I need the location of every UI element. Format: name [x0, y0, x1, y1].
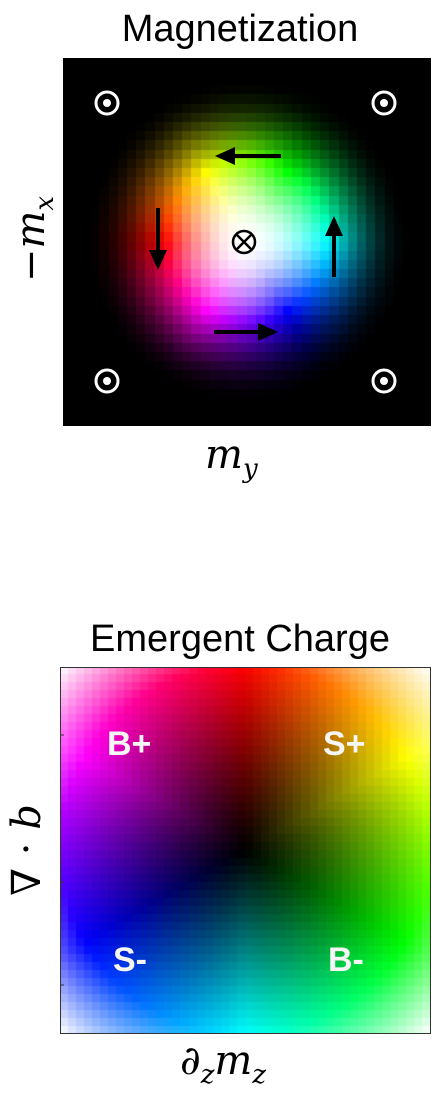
magnetization-colormap: [63, 58, 431, 426]
arrow-up-icon: [325, 216, 343, 277]
quadrant-label-top-right: S+: [323, 725, 366, 763]
magnetization-x-axis-label: my: [205, 432, 258, 484]
quadrant-label-bottom-right: B-: [328, 941, 364, 979]
corner-dot-icon-bottom-right: [371, 368, 397, 394]
corner-dot-icon-top-left: [94, 90, 120, 116]
corner-dot-icon-top-right: [371, 90, 397, 116]
arrow-right-icon: [214, 323, 278, 341]
corner-dot-icon-bottom-left: [94, 368, 120, 394]
quadrant-label-top-left: B+: [107, 725, 152, 763]
arrow-down-icon: [149, 208, 167, 270]
emergent-charge-title: Emergent Charge: [90, 618, 390, 660]
emergent-charge-colormap: B+ S+ S- B-: [60, 667, 431, 1034]
magnetization-title: Magnetization: [121, 8, 359, 50]
magnetization-overlay: [94, 90, 397, 394]
magnetization-y-axis-label: −mx: [8, 195, 60, 283]
quadrant-label-bottom-left: S-: [113, 941, 147, 979]
emergent-charge-y-axis-label: ∇ · b: [4, 804, 50, 896]
arrow-left-icon: [215, 147, 281, 165]
center-cross-icon: [231, 229, 257, 255]
emergent-charge-x-axis-label: ∂zmz: [180, 1038, 267, 1090]
